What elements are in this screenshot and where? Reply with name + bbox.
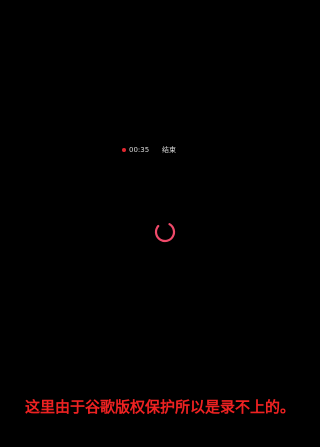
caption-text: 这里由于谷歌版权保护所以是录不上的。 bbox=[24, 398, 295, 416]
screen: 00:35 结束 这里由于谷歌版权保护所以是录不上的。 bbox=[0, 0, 320, 447]
stop-recording-button[interactable]: 结束 bbox=[162, 145, 176, 155]
recording-time: 00:35 bbox=[129, 146, 150, 154]
loading-spinner-icon bbox=[153, 220, 177, 244]
recording-bar: 00:35 结束 bbox=[0, 145, 320, 157]
recording-indicator-icon bbox=[122, 148, 126, 152]
